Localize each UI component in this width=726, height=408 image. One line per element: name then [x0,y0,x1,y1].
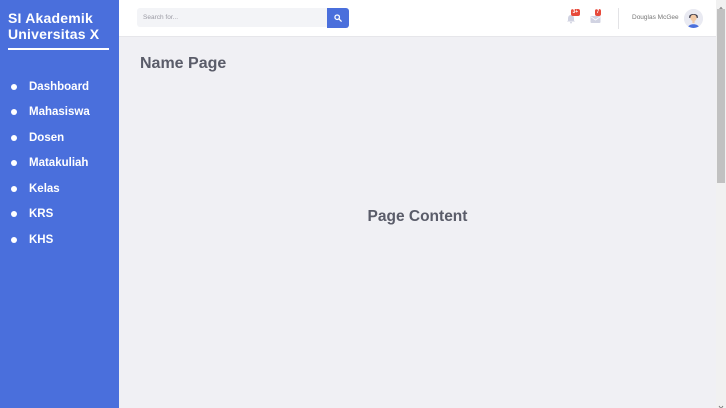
sidebar-item-dosen[interactable]: Dosen [0,125,119,151]
sidebar-item-krs[interactable]: KRS [0,202,119,228]
page-title: Name Page [140,55,227,72]
sidebar-item-khs[interactable]: KHS [0,227,119,253]
sidebar-item-label: Dosen [29,131,65,144]
bullet-icon [11,134,17,141]
sidebar-item-mahasiswa[interactable]: Mahasiswa [0,100,119,126]
scroll-down-arrow[interactable] [716,399,726,408]
sidebar-item-label: KHS [29,233,54,246]
sidebar-item-kelas[interactable]: Kelas [0,176,119,202]
scroll-up-arrow[interactable] [716,0,726,11]
brand-title-line2: Universitas X [8,26,100,42]
search-icon [334,14,342,22]
bullet-icon [11,109,17,116]
user-name[interactable]: Douglas McGee [632,14,679,21]
bullet-icon [11,185,17,192]
sidebar-item-label: Matakuliah [29,157,89,170]
envelope-icon [590,16,601,23]
alerts-button[interactable]: 3+ [566,9,580,24]
page-scrollbar[interactable] [716,0,726,408]
brand-title-line1: SI Akademik [8,10,93,26]
sidebar-item-label: Kelas [29,182,60,195]
search-button[interactable] [327,8,349,28]
search-input[interactable] [137,8,327,27]
bullet-icon [11,160,17,167]
sidebar-item-dashboard[interactable]: Dashboard [0,74,119,100]
page-content: Page Content [367,208,468,225]
bullet-icon [11,211,17,218]
topbar: 3+ 7 Douglas McGee [119,0,716,37]
avatar-icon [684,9,703,28]
sidebar-nav: Dashboard Mahasiswa Dosen Matakuliah Kel… [0,74,119,253]
bullet-icon [11,236,17,243]
brand[interactable]: SI Akademik Universitas X [0,0,119,50]
user-avatar[interactable] [684,9,703,28]
search-bar [137,8,349,28]
sidebar-item-matakuliah[interactable]: Matakuliah [0,151,119,177]
bullet-icon [11,83,17,90]
sidebar-item-label: Dashboard [29,80,90,93]
alerts-count-badge: 3+ [571,9,580,16]
sidebar-item-label: KRS [29,208,54,221]
messages-button[interactable]: 7 [590,9,601,23]
scroll-thumb[interactable] [717,9,725,183]
sidebar-item-label: Mahasiswa [29,106,90,119]
sidebar: SI Akademik Universitas X Dashboard Maha… [0,0,119,408]
main-content: Name Page Page Content [119,37,716,408]
topbar-divider [618,8,619,29]
messages-count-badge: 7 [595,9,601,16]
chevron-down-icon [718,405,724,408]
brand-divider [8,48,109,50]
